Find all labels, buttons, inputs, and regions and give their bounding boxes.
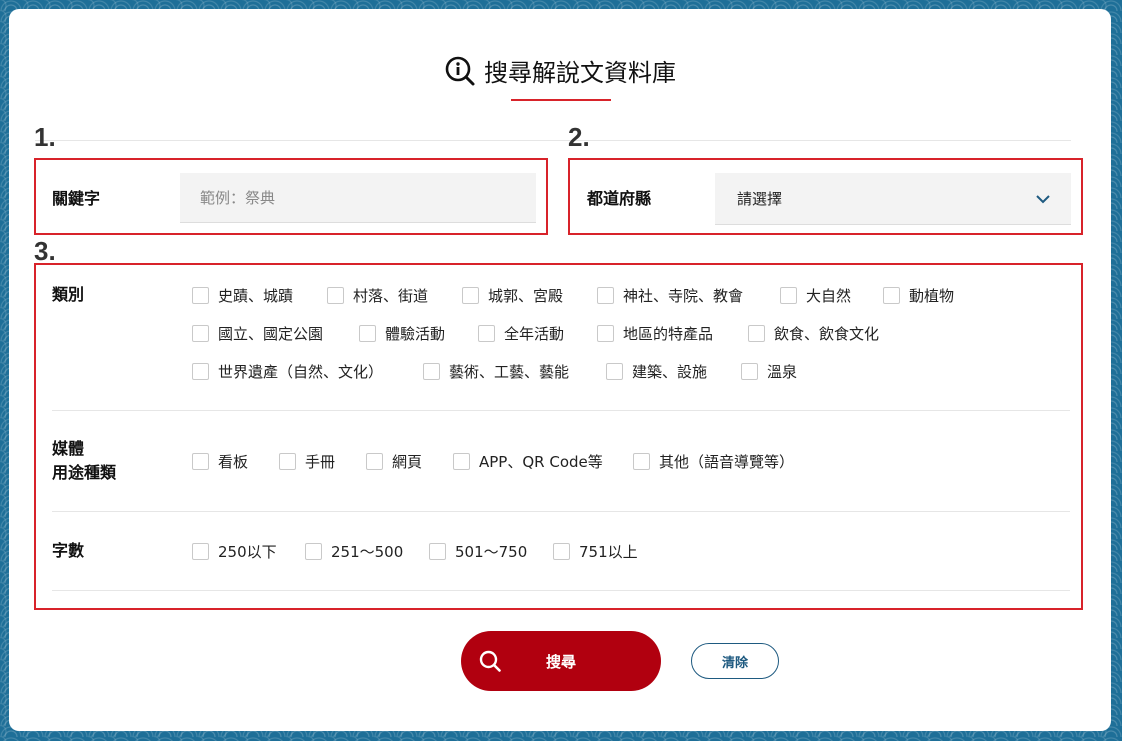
category-option[interactable]: 全年活動 bbox=[478, 323, 564, 344]
checkbox[interactable] bbox=[327, 287, 344, 304]
step-number-1: 1. bbox=[34, 122, 56, 152]
checkbox[interactable] bbox=[633, 453, 650, 470]
category-option[interactable]: 村落、街道 bbox=[327, 285, 428, 306]
checkbox[interactable] bbox=[366, 453, 383, 470]
prefecture-select[interactable]: 請選擇 bbox=[715, 173, 1071, 225]
category-option[interactable]: 世界遺產（自然、文化） bbox=[192, 361, 383, 382]
category-option[interactable]: 國立、國定公園 bbox=[192, 323, 323, 344]
page-title: 搜尋解說文資料庫 bbox=[444, 53, 676, 88]
checkbox[interactable] bbox=[279, 453, 296, 470]
media-option[interactable]: 看板 bbox=[192, 451, 248, 472]
checkbox[interactable] bbox=[606, 363, 623, 380]
info-search-icon bbox=[445, 56, 475, 85]
category-option[interactable]: 溫泉 bbox=[741, 361, 797, 382]
category-option[interactable]: 體驗活動 bbox=[359, 323, 445, 344]
checkbox[interactable] bbox=[462, 287, 479, 304]
checkbox[interactable] bbox=[883, 287, 900, 304]
prefecture-selected-value: 請選擇 bbox=[737, 190, 783, 208]
media-option[interactable]: 其他（語音導覽等） bbox=[633, 451, 794, 472]
wordcount-option[interactable]: 251～500 bbox=[305, 541, 403, 562]
checkbox[interactable] bbox=[192, 325, 209, 342]
category-option[interactable]: 史蹟、城蹟 bbox=[192, 285, 293, 306]
checkbox[interactable] bbox=[429, 543, 446, 560]
search-button-label: 搜尋 bbox=[545, 653, 576, 671]
category-option[interactable]: 地區的特產品 bbox=[597, 323, 713, 344]
page-title-text: 搜尋解說文資料庫 bbox=[484, 59, 676, 87]
keyword-input[interactable] bbox=[180, 173, 536, 223]
category-option[interactable]: 藝術、工藝、藝能 bbox=[423, 361, 569, 382]
checkbox[interactable] bbox=[423, 363, 440, 380]
checkbox[interactable] bbox=[597, 287, 614, 304]
wordcount-option[interactable]: 501～750 bbox=[429, 541, 527, 562]
divider-media bbox=[52, 511, 1070, 512]
prefecture-label: 都道府縣 bbox=[587, 189, 652, 208]
media-option[interactable]: 手冊 bbox=[279, 451, 335, 472]
category-option[interactable]: 城郭、宮殿 bbox=[462, 285, 563, 306]
title-underline bbox=[511, 99, 611, 101]
checkbox[interactable] bbox=[192, 287, 209, 304]
category-option[interactable]: 建築、設施 bbox=[606, 361, 707, 382]
clear-button[interactable]: 清除 bbox=[691, 643, 779, 679]
divider-wordcount bbox=[52, 590, 1070, 591]
category-label: 類別 bbox=[52, 285, 85, 304]
category-option[interactable]: 神社、寺院、教會 bbox=[597, 285, 743, 306]
wordcount-option[interactable]: 250以下 bbox=[192, 541, 277, 562]
category-option[interactable]: 動植物 bbox=[883, 285, 954, 306]
keyword-label: 關鍵字 bbox=[52, 189, 101, 208]
divider-top bbox=[35, 140, 1071, 141]
checkbox[interactable] bbox=[597, 325, 614, 342]
category-option[interactable]: 大自然 bbox=[780, 285, 851, 306]
divider-category bbox=[52, 410, 1070, 411]
media-option[interactable]: APP、QR Code等 bbox=[453, 451, 603, 472]
checkbox[interactable] bbox=[741, 363, 758, 380]
chevron-down-icon bbox=[1036, 195, 1050, 204]
media-label: 媒體 用途種類 bbox=[52, 439, 117, 482]
wordcount-label: 字數 bbox=[52, 541, 85, 560]
wordcount-option[interactable]: 751以上 bbox=[553, 541, 638, 562]
media-option[interactable]: 網頁 bbox=[366, 451, 422, 472]
checkbox[interactable] bbox=[748, 325, 765, 342]
step-number-2: 2. bbox=[568, 122, 590, 152]
checkbox[interactable] bbox=[192, 453, 209, 470]
search-panel: 搜尋解說文資料庫 1. 2. 3. 關鍵字 都道府縣 請選擇 類別 史蹟、城蹟 … bbox=[9, 9, 1111, 731]
checkbox[interactable] bbox=[453, 453, 470, 470]
checkbox[interactable] bbox=[192, 363, 209, 380]
checkbox[interactable] bbox=[305, 543, 322, 560]
checkbox[interactable] bbox=[553, 543, 570, 560]
checkbox[interactable] bbox=[780, 287, 797, 304]
checkbox[interactable] bbox=[192, 543, 209, 560]
checkbox[interactable] bbox=[359, 325, 376, 342]
search-button[interactable]: 搜尋 bbox=[461, 631, 661, 691]
checkbox[interactable] bbox=[478, 325, 495, 342]
page-header: 搜尋解說文資料庫 bbox=[9, 53, 1111, 91]
category-option[interactable]: 飲食、飲食文化 bbox=[748, 323, 879, 344]
